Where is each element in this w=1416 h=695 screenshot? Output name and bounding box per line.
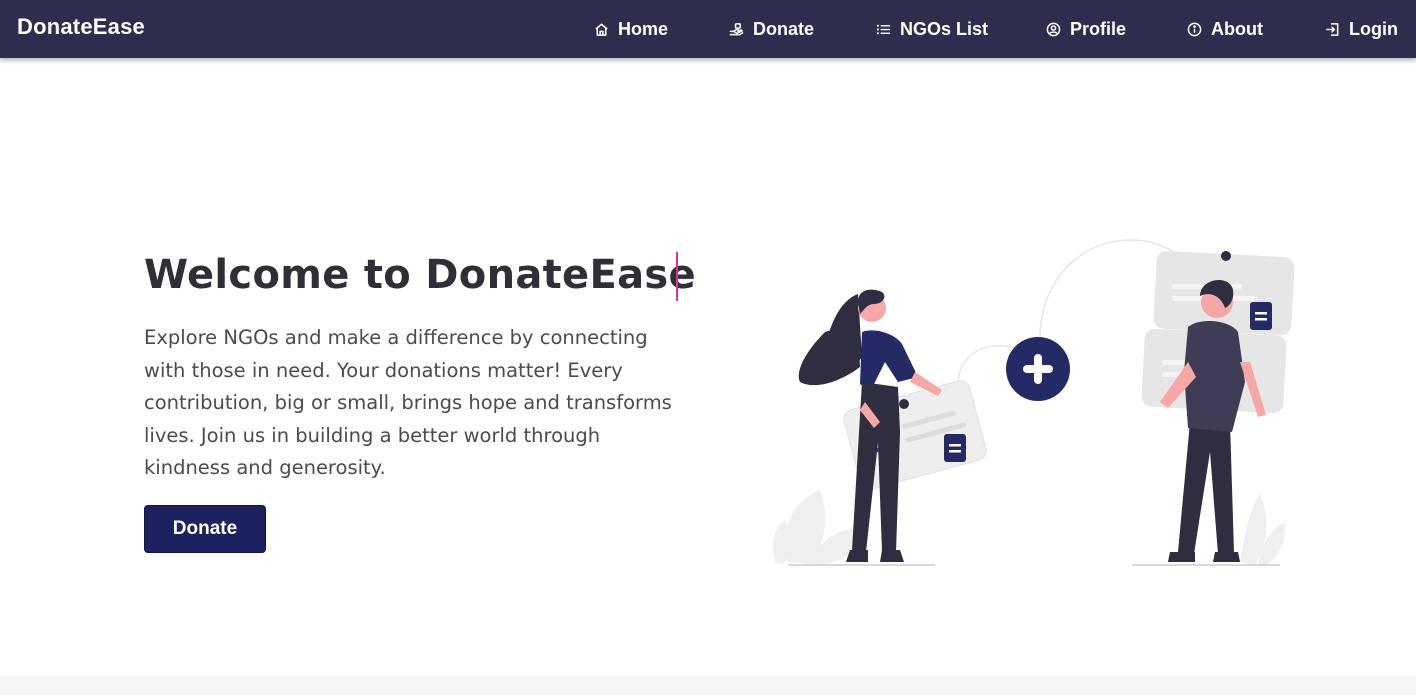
leaf-illustration-right [1240,494,1286,567]
nav-about-label: About [1211,18,1263,39]
hero-description: Explore NGOs and make a difference by co… [144,326,672,479]
nav-home[interactable]: Home [594,17,668,41]
list-icon [876,24,891,34]
nav-ngos-list-label: NGOs List [900,18,989,39]
footer-strip [0,676,1416,695]
home-icon [595,23,608,36]
nav-home-label: Home [618,18,669,39]
nav-donate[interactable]: Donate [729,17,814,41]
typing-cursor [676,252,678,301]
donate-hand-icon [729,22,744,35]
document-icon-left [944,434,966,462]
nav-donate-label: Donate [753,18,815,39]
plus-circle-icon [1006,337,1070,401]
login-icon [1326,22,1339,36]
nav-profile[interactable]: Profile [1046,17,1126,41]
donate-button[interactable]: Donate [144,505,266,553]
brand-logo[interactable]: DonateEase [17,14,145,40]
info-icon [1187,22,1202,36]
user-circle-icon [1046,22,1061,36]
nav-profile-label: Profile [1070,18,1127,39]
page-title: Welcome to DonateEase [144,252,696,298]
nav-about[interactable]: About [1187,17,1263,41]
nav-ngos-list[interactable]: NGOs List [876,17,988,41]
nav-login-label: Login [1349,18,1398,39]
navbar: DonateEase Home Donate NGOs List Profile [0,0,1416,58]
donation-illustration [772,239,1295,567]
nav-login[interactable]: Login [1325,17,1398,41]
document-icon-right [1250,302,1272,330]
